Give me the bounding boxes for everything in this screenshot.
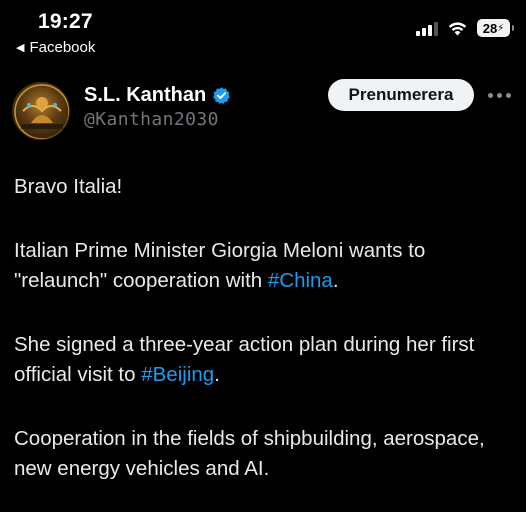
post-paragraph: She signed a three-year action plan duri… [14, 330, 514, 390]
verified-badge-icon [213, 87, 231, 105]
back-to-app-button[interactable]: ◀ Facebook [16, 39, 95, 56]
post-paragraph: Cooperation in the fields of shipbuildin… [14, 424, 514, 484]
battery-level: 28 [482, 20, 498, 36]
user-handle[interactable]: @Kanthan2030 [84, 109, 219, 130]
hashtag-link[interactable]: #China [268, 269, 333, 292]
post-header: S.L. Kanthan @Kanthan2030 Prenumerera [0, 62, 526, 142]
post-paragraph: Bravo Italia! [14, 172, 514, 202]
post-body: Bravo Italia! Italian Prime Minister Gio… [14, 172, 514, 512]
avatar-art [14, 84, 69, 139]
cellular-signal-icon [416, 21, 438, 36]
paragraph-text: Cooperation in the fields of shipbuildin… [14, 427, 485, 480]
paragraph-text: Italian Prime Minister Giorgia Meloni wa… [14, 239, 426, 292]
subscribe-button[interactable]: Prenumerera [328, 79, 474, 111]
display-name-text: S.L. Kanthan [84, 84, 207, 106]
back-triangle-icon: ◀ [16, 42, 25, 54]
status-icons: 28 ⚡ [416, 19, 514, 37]
post-paragraph: Italian Prime Minister Giorgia Meloni wa… [14, 236, 514, 296]
paragraph-text: She signed a three-year action plan duri… [14, 333, 475, 386]
status-time: 19:27 [38, 10, 93, 33]
paragraph-text: Bravo Italia! [14, 175, 123, 198]
wifi-icon [448, 22, 467, 36]
screen: 19:27 ◀ Facebook 28 ⚡ S.L. Kanthan @Kant… [0, 0, 526, 512]
ellipsis-icon[interactable] [488, 90, 516, 100]
battery-icon: 28 ⚡ [477, 19, 514, 37]
display-name[interactable]: S.L. Kanthan [84, 84, 231, 107]
avatar[interactable] [12, 82, 70, 140]
hashtag-link[interactable]: #Beijing [141, 363, 214, 386]
back-app-label: Facebook [29, 39, 96, 56]
paragraph-text: . [332, 269, 339, 292]
paragraph-text: . [214, 363, 220, 386]
status-bar: 19:27 ◀ Facebook 28 ⚡ [0, 0, 526, 62]
